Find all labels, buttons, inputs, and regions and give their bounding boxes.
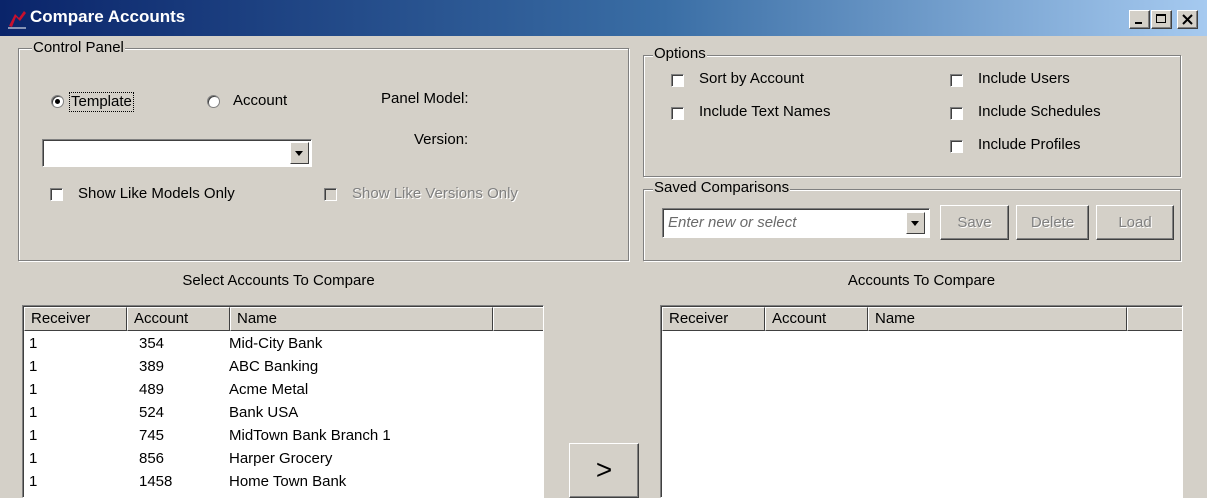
table-cell: 354	[139, 335, 165, 352]
include-profiles-checkbox[interactable]	[950, 140, 963, 153]
load-button[interactable]: Load	[1096, 205, 1174, 240]
accounts-to-compare-list[interactable]: Receiver Account Name	[660, 305, 1183, 498]
save-button-label: Save	[957, 214, 992, 231]
table-cell: Mid-City Bank	[229, 335, 323, 352]
delete-button[interactable]: Delete	[1016, 205, 1089, 240]
select-accounts-list[interactable]: Receiver Account Name 1 354 Mid-City Bank 1…	[22, 305, 544, 498]
close-button[interactable]	[1177, 10, 1198, 29]
load-button-label: Load	[1118, 214, 1152, 231]
table-row[interactable]: 1 524 Bank USA	[23, 405, 543, 421]
include-text-names-label[interactable]: Include Text Names	[699, 103, 830, 121]
table-row[interactable]: 1 489 Acme Metal	[23, 382, 543, 398]
table-cell: 1	[29, 381, 38, 398]
table-cell: 389	[139, 358, 165, 375]
table-cell: Harper Grocery	[229, 450, 333, 467]
options-label: Options	[653, 45, 707, 62]
include-schedules-label[interactable]: Include Schedules	[978, 103, 1101, 121]
control-panel-label: Control Panel	[32, 39, 125, 56]
saved-comparison-dropdown-button[interactable]	[906, 212, 925, 234]
show-like-versions-label[interactable]: Show Like Versions Only	[352, 185, 518, 203]
table-cell: Bank USA	[229, 404, 299, 421]
table-cell: 1	[29, 358, 38, 375]
table-cell: 745	[139, 427, 165, 444]
chevron-down-icon	[911, 221, 919, 226]
app-icon	[8, 11, 26, 29]
table-row[interactable]: 1 354 Mid-City Bank	[23, 336, 543, 352]
table-cell: 1458	[139, 473, 173, 490]
table-row[interactable]: 1 389 ABC Banking	[23, 359, 543, 375]
include-users-checkbox[interactable]	[950, 74, 963, 87]
include-profiles-label[interactable]: Include Profiles	[978, 136, 1081, 154]
column-header-account[interactable]: Account	[127, 307, 230, 331]
table-row[interactable]: 1 856 Harper Grocery	[23, 451, 543, 467]
column-header-filler	[1127, 307, 1182, 331]
show-like-models-checkbox[interactable]	[50, 188, 63, 201]
show-like-models-label[interactable]: Show Like Models Only	[78, 185, 235, 203]
show-like-versions-checkbox[interactable]	[324, 188, 337, 201]
table-cell: 1	[29, 473, 38, 490]
column-header-name[interactable]: Name	[230, 307, 493, 331]
table-cell: Home Town Bank	[229, 473, 347, 490]
column-header-receiver[interactable]: Receiver	[24, 307, 127, 331]
window-title: Compare Accounts	[30, 7, 186, 26]
table-cell: 1	[29, 450, 38, 467]
table-cell: 1	[29, 427, 38, 444]
account-radio[interactable]	[207, 95, 220, 108]
radio-selected-dot	[55, 99, 60, 104]
sort-by-account-checkbox[interactable]	[671, 74, 684, 87]
table-cell: Acme Metal	[229, 381, 309, 398]
table-cell: 856	[139, 450, 165, 467]
saved-comparisons-label: Saved Comparisons	[653, 179, 791, 196]
template-radio[interactable]	[51, 95, 64, 108]
chevron-down-icon	[295, 151, 303, 156]
add-to-compare-button[interactable]: >	[569, 443, 639, 498]
table-cell: 489	[139, 381, 165, 398]
table-row[interactable]: 1 745 MidTown Bank Branch 1	[23, 428, 543, 444]
maximize-icon	[1156, 14, 1166, 23]
saved-comparison-input[interactable]: Enter new or select	[668, 214, 796, 232]
account-radio-label[interactable]: Account	[233, 92, 287, 110]
delete-button-label: Delete	[1030, 214, 1075, 231]
table-row[interactable]: 1 1458 Home Town Bank	[23, 474, 543, 490]
title-bar[interactable]: Compare Accounts	[0, 0, 1207, 36]
minimize-icon	[1135, 22, 1142, 24]
save-button[interactable]: Save	[940, 205, 1009, 240]
saved-comparison-combo[interactable]: Enter new or select	[662, 208, 930, 238]
column-header-name[interactable]: Name	[868, 307, 1127, 331]
include-text-names-checkbox[interactable]	[671, 107, 684, 120]
table-cell: 1	[29, 404, 38, 421]
table-cell: MidTown Bank Branch 1	[229, 427, 391, 444]
include-users-label[interactable]: Include Users	[978, 70, 1070, 88]
table-cell: 1	[29, 335, 38, 352]
select-accounts-heading: Select Accounts To Compare	[182, 272, 375, 289]
sort-by-account-label[interactable]: Sort by Account	[699, 70, 804, 88]
column-header-receiver[interactable]: Receiver	[662, 307, 765, 331]
column-header-account[interactable]: Account	[765, 307, 868, 331]
add-to-compare-label: >	[595, 454, 613, 485]
include-schedules-checkbox[interactable]	[950, 107, 963, 120]
close-icon	[1182, 14, 1193, 25]
maximize-button[interactable]	[1151, 10, 1172, 29]
minimize-button[interactable]	[1129, 10, 1150, 29]
panel-model-label: Panel Model:	[381, 90, 469, 107]
accounts-to-compare-heading: Accounts To Compare	[847, 272, 996, 289]
table-cell: 524	[139, 404, 165, 421]
template-radio-label[interactable]: Template	[69, 92, 134, 112]
column-header-filler	[493, 307, 543, 331]
table-cell: ABC Banking	[229, 358, 319, 375]
template-combo[interactable]	[42, 139, 312, 167]
version-label: Version:	[414, 131, 469, 148]
template-combo-dropdown-button[interactable]	[290, 142, 309, 164]
